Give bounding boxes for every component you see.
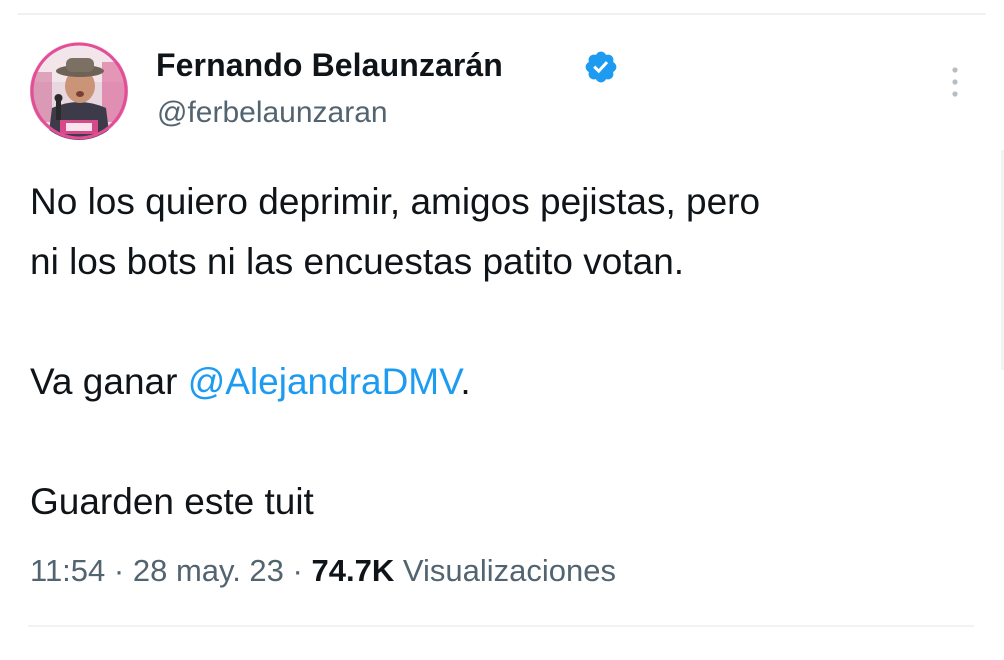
tweet-text-line-3: Va ganar @AlejandraDMV. <box>30 352 980 412</box>
top-divider <box>18 13 986 15</box>
tweet-meta: 11:54 · 28 may. 23 · 74.7K Visualizacion… <box>30 553 616 589</box>
tweet-date[interactable]: 28 may. 23 <box>133 553 284 588</box>
tweet-text: No los quiero deprimir, amigos pejistas,… <box>30 172 980 532</box>
views-count[interactable]: 74.7K <box>311 553 394 588</box>
tweet-time[interactable]: 11:54 <box>30 553 105 588</box>
tweet-screenshot: Fernando Belaunzarán @ferbelaunzaran No … <box>0 0 1004 660</box>
author-display-name[interactable]: Fernando Belaunzarán <box>156 47 503 84</box>
meta-separator: · <box>283 553 312 588</box>
verified-badge-icon <box>585 51 617 83</box>
views-label[interactable]: Visualizaciones <box>394 553 616 588</box>
tweet-text-line-3-prefix: Va ganar <box>30 361 188 402</box>
more-vertical-icon <box>952 67 958 97</box>
meta-separator: · <box>105 553 133 588</box>
avatar[interactable] <box>30 42 128 140</box>
tweet-text-line-3-suffix: . <box>460 361 471 402</box>
mention-link[interactable]: @AlejandraDMV <box>188 361 461 402</box>
tweet-text-line-4: Guarden este tuit <box>30 481 314 522</box>
bottom-divider <box>28 625 974 627</box>
tweet-text-line-2: ni los bots ni las encuestas patito vota… <box>30 241 685 282</box>
more-options-button[interactable] <box>940 60 970 104</box>
tweet-text-line-1: No los quiero deprimir, amigos pejistas,… <box>30 181 761 222</box>
author-handle[interactable]: @ferbelaunzaran <box>157 96 388 130</box>
